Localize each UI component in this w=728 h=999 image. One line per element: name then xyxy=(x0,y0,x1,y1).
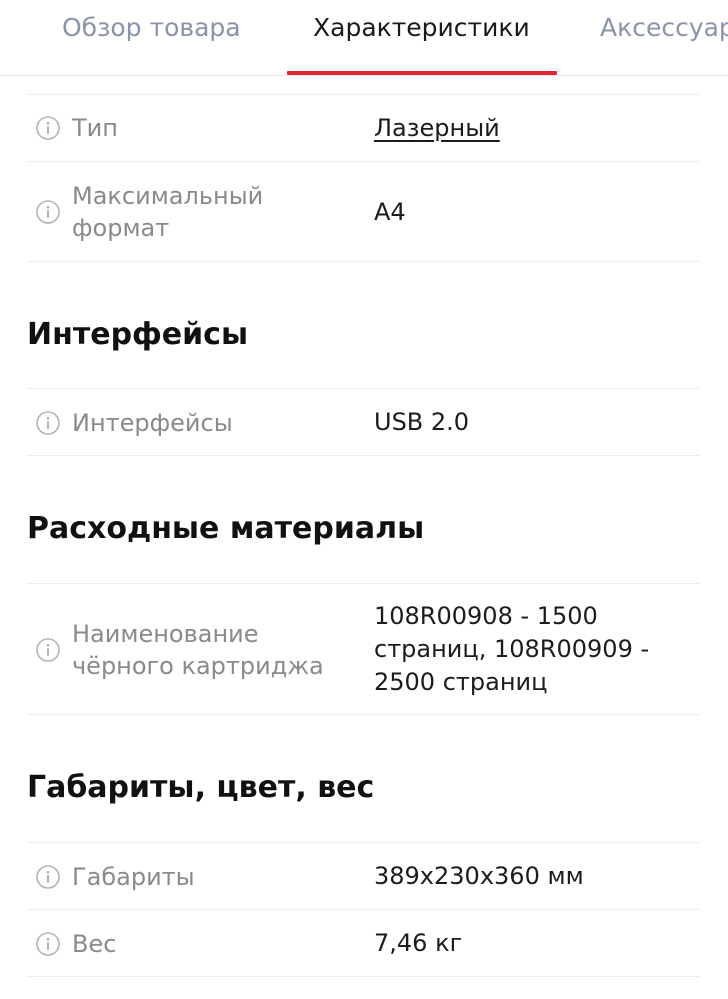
spec-label: Вес xyxy=(72,930,117,958)
spec-label: Габариты xyxy=(72,863,195,891)
tab-accessories[interactable]: Аксессуары xyxy=(600,0,728,74)
spec-label-line1: Максимальный xyxy=(72,182,264,210)
section-title-dimensions: Габариты, цвет, вес xyxy=(27,770,375,805)
tab-characteristics[interactable]: Характеристики xyxy=(313,0,530,74)
info-circle-icon[interactable] xyxy=(36,200,60,224)
spec-row-max-format: Максимальный формат A4 xyxy=(27,162,700,261)
spec-value: A4 xyxy=(374,198,406,226)
spec-value-link[interactable]: Лазерный xyxy=(374,112,500,145)
divider xyxy=(27,261,700,262)
spec-row-dimensions: Габариты 389x230x360 мм xyxy=(27,843,700,909)
tab-bar: Обзор товара Характеристики Аксессуары xyxy=(0,0,728,76)
spec-row-cartridge: Наименование чёрного картриджа 108R00908… xyxy=(27,584,700,714)
active-tab-indicator xyxy=(287,71,557,75)
divider xyxy=(27,455,700,456)
spec-row-interfaces: Интерфейсы USB 2.0 xyxy=(27,389,700,455)
section-title-consumables: Расходные материалы xyxy=(27,511,425,546)
divider xyxy=(27,976,700,977)
spec-label: Интерфейсы xyxy=(72,409,233,437)
divider xyxy=(27,714,700,715)
spec-row-type: Тип Лазерный xyxy=(27,95,700,161)
spec-label-line1: Наименование xyxy=(72,620,259,648)
spec-value: 7,46 кг xyxy=(374,929,463,957)
spec-value: USB 2.0 xyxy=(374,408,470,436)
spec-label-line2: формат xyxy=(72,214,170,242)
info-circle-icon[interactable] xyxy=(36,638,60,662)
info-circle-icon[interactable] xyxy=(36,411,60,435)
spec-value: 389x230x360 мм xyxy=(374,862,584,890)
tab-product-overview[interactable]: Обзор товара xyxy=(62,0,241,74)
info-circle-icon[interactable] xyxy=(36,116,60,140)
info-circle-icon[interactable] xyxy=(36,932,60,956)
section-title-interfaces: Интерфейсы xyxy=(27,317,249,352)
spec-value-line3: 2500 страниц xyxy=(374,668,548,696)
spec-label: Тип xyxy=(72,114,118,142)
spec-value-line2: страниц, 108R00909 - xyxy=(374,635,650,663)
spec-row-weight: Вес 7,46 кг xyxy=(27,910,700,976)
info-circle-icon[interactable] xyxy=(36,865,60,889)
spec-label-line2: чёрного картриджа xyxy=(72,652,324,680)
spec-value-line1: 108R00908 - 1500 xyxy=(374,602,598,630)
